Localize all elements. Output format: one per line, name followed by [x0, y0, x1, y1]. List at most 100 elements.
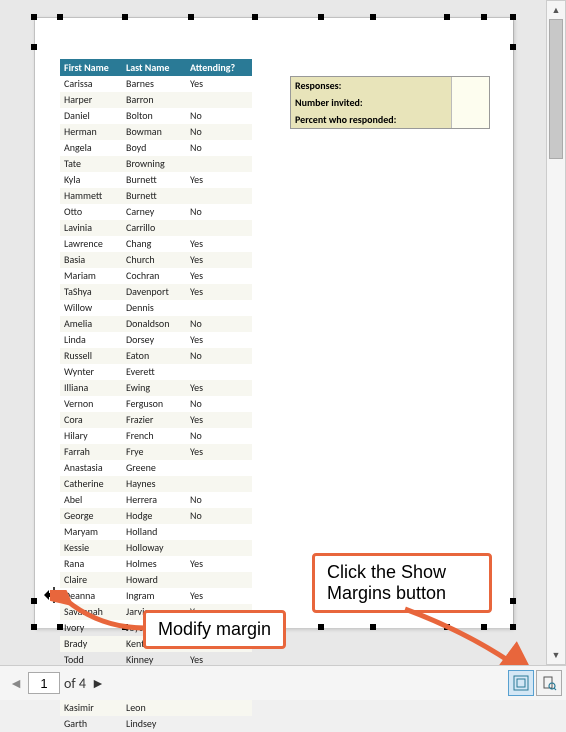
column-handle[interactable]: [370, 14, 376, 20]
margin-handle[interactable]: [31, 44, 37, 50]
margin-handle[interactable]: [510, 624, 516, 630]
table-row: AbelHerreraNo: [60, 492, 252, 508]
table-cell: No: [186, 140, 252, 156]
column-handle[interactable]: [370, 624, 376, 630]
table-row: MariamCochranYes: [60, 268, 252, 284]
table-cell: Brady: [60, 636, 122, 652]
table-cell: Holland: [122, 524, 186, 540]
table-cell: Willow: [60, 300, 122, 316]
table-cell: Yes: [186, 252, 252, 268]
table-cell: [186, 460, 252, 476]
table-row: LaviniaCarrillo: [60, 220, 252, 236]
margin-guide[interactable]: [513, 18, 514, 628]
table-cell: Kasimir: [60, 700, 122, 716]
column-handle[interactable]: [444, 624, 450, 630]
column-handle[interactable]: [318, 624, 324, 630]
table-cell: [186, 700, 252, 716]
table-row: AmeliaDonaldsonNo: [60, 316, 252, 332]
scrollbar-thumb[interactable]: [549, 19, 563, 159]
table-row: RussellEatonNo: [60, 348, 252, 364]
table-cell: [186, 716, 252, 732]
column-handle[interactable]: [444, 14, 450, 20]
table-cell: Ferguson: [122, 396, 186, 412]
status-bar: ◄ of 4 ►: [0, 665, 566, 700]
table-cell: Basia: [60, 252, 122, 268]
table-cell: [186, 364, 252, 380]
margin-handle[interactable]: [57, 14, 63, 20]
vertical-scrollbar[interactable]: ▲ ▼: [546, 0, 566, 665]
table-row: LawrenceChangYes: [60, 236, 252, 252]
table-row: VernonFergusonNo: [60, 396, 252, 412]
scroll-up-icon[interactable]: ▲: [547, 1, 565, 19]
margins-icon: [513, 675, 529, 691]
table-cell: Donaldson: [122, 316, 186, 332]
table-cell: Bolton: [122, 108, 186, 124]
table-cell: Savannah: [60, 604, 122, 620]
table-cell: Frye: [122, 444, 186, 460]
column-handle[interactable]: [318, 14, 324, 20]
table-cell: Mariam: [60, 268, 122, 284]
table-cell: Kyla: [60, 172, 122, 188]
table-cell: Angela: [60, 140, 122, 156]
margin-handle[interactable]: [31, 598, 37, 604]
column-handle[interactable]: [188, 14, 194, 20]
table-cell: Hilary: [60, 428, 122, 444]
table-cell: Wynter: [60, 364, 122, 380]
table-row: GeorgeHodgeNo: [60, 508, 252, 524]
column-handle[interactable]: [122, 624, 128, 630]
table-cell: Otto: [60, 204, 122, 220]
table-row: RanaHolmesYes: [60, 556, 252, 572]
table-cell: [186, 540, 252, 556]
margin-handle[interactable]: [510, 44, 516, 50]
table-cell: Linda: [60, 332, 122, 348]
responses-label: Responses:: [291, 77, 451, 94]
scroll-down-icon[interactable]: ▼: [547, 646, 565, 664]
table-cell: Cora: [60, 412, 122, 428]
table-cell: Carrillo: [122, 220, 186, 236]
table-row: MaryamHolland: [60, 524, 252, 540]
prev-page-button[interactable]: ◄: [8, 673, 24, 693]
table-cell: Yes: [186, 588, 252, 604]
responses-summary: Responses: Number invited: Percent who r…: [290, 76, 490, 129]
table-cell: Dennis: [122, 300, 186, 316]
table-cell: Catherine: [60, 476, 122, 492]
margin-handle[interactable]: [481, 14, 487, 20]
page-number-input[interactable]: [28, 672, 60, 694]
table-cell: TaShya: [60, 284, 122, 300]
table-cell: Greene: [122, 460, 186, 476]
table-cell: Holmes: [122, 556, 186, 572]
show-margins-button[interactable]: [508, 670, 534, 696]
table-cell: No: [186, 316, 252, 332]
table-row: HermanBowmanNo: [60, 124, 252, 140]
table-cell: Yes: [186, 172, 252, 188]
column-handle[interactable]: [252, 14, 258, 20]
table-cell: [186, 156, 252, 172]
table-cell: Vernon: [60, 396, 122, 412]
callout-show-margins: Click the Show Margins button: [312, 553, 492, 613]
table-cell: Davenport: [122, 284, 186, 300]
margin-handle[interactable]: [510, 598, 516, 604]
table-cell: No: [186, 492, 252, 508]
table-row: KylaBurnettYes: [60, 172, 252, 188]
page-navigator: ◄ of 4 ►: [8, 672, 106, 694]
table-row: GarthLindsey: [60, 716, 252, 732]
table-cell: Russell: [60, 348, 122, 364]
invited-label: Number invited:: [291, 94, 451, 111]
table-cell: [186, 300, 252, 316]
margin-handle[interactable]: [57, 624, 63, 630]
column-handle[interactable]: [122, 14, 128, 20]
margin-handle[interactable]: [510, 14, 516, 20]
table-row: DanielBoltonNo: [60, 108, 252, 124]
zoom-to-page-button[interactable]: [536, 670, 562, 696]
table-cell: Barnes: [122, 76, 186, 92]
table-cell: Leon: [122, 700, 186, 716]
margin-handle[interactable]: [31, 624, 37, 630]
table-cell: Everett: [122, 364, 186, 380]
next-page-button[interactable]: ►: [90, 673, 106, 693]
margin-handle[interactable]: [31, 14, 37, 20]
margin-handle[interactable]: [481, 624, 487, 630]
table-cell: Burnett: [122, 188, 186, 204]
table-cell: Bowman: [122, 124, 186, 140]
table-cell: Yes: [186, 412, 252, 428]
table-cell: Lindsey: [122, 716, 186, 732]
